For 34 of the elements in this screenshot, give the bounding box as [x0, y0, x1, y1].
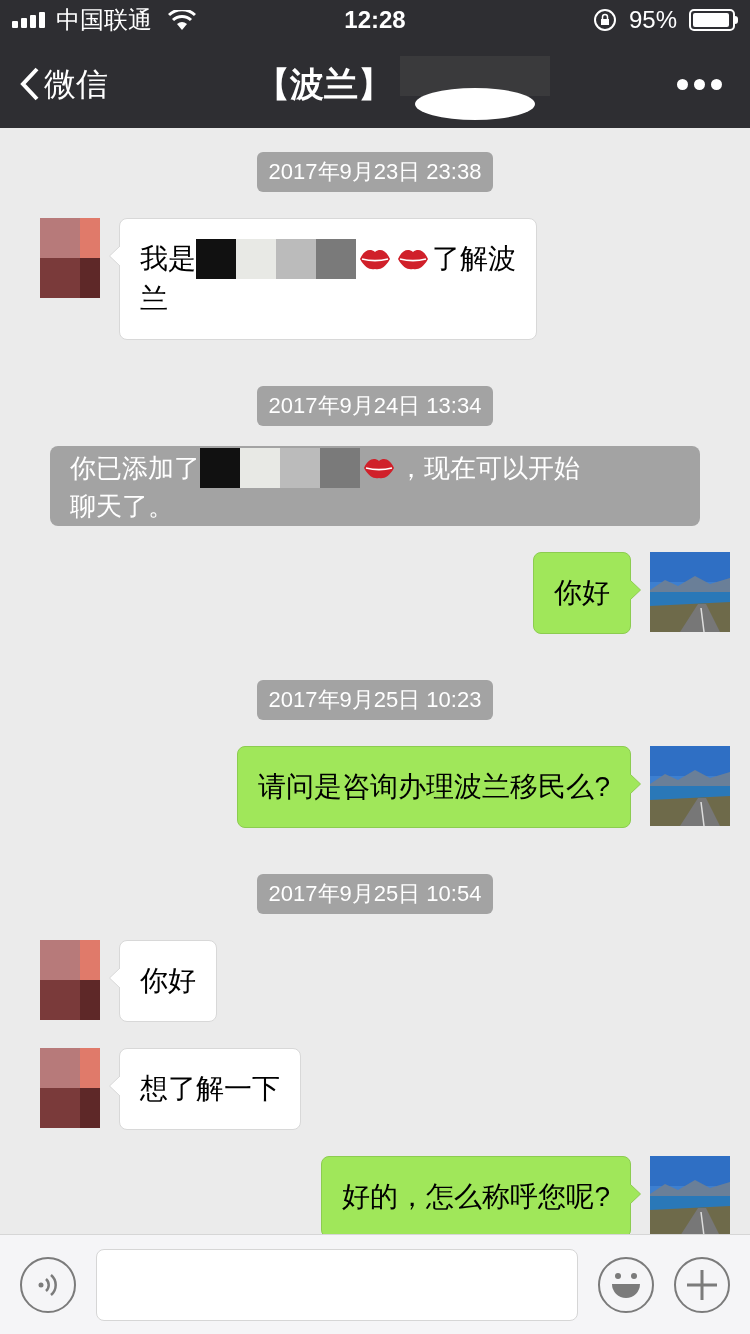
message-text: 你已添加了: [70, 452, 200, 485]
voice-icon: [36, 1272, 60, 1297]
chat-title: 【波兰】: [256, 63, 392, 105]
timestamp: 2017年9月23日 23:38: [256, 152, 494, 192]
voice-button[interactable]: [20, 1256, 76, 1313]
battery-icon: [689, 9, 738, 31]
carrier-name: 中国联通: [56, 5, 152, 35]
emoji-button[interactable]: [598, 1256, 654, 1313]
lips-icon: [358, 247, 392, 271]
add-button[interactable]: [674, 1256, 730, 1313]
message-text: 想了解一下: [140, 1072, 280, 1106]
message-text: 请问是咨询办理波兰移民么?: [258, 770, 610, 804]
message-text: 我是: [140, 242, 196, 276]
timestamp: 2017年9月24日 13:34: [256, 386, 494, 426]
message-text: ，现在可以开始: [398, 452, 580, 485]
back-chevron-icon: [20, 67, 40, 101]
timestamp: 2017年9月25日 10:23: [256, 680, 494, 720]
lips-icon: [362, 456, 396, 480]
message-text: 兰: [140, 282, 168, 316]
message-text: 好的，怎么称呼您呢?: [342, 1180, 610, 1214]
rotation-lock-icon: [592, 8, 617, 32]
plus-icon: [685, 1267, 719, 1302]
signal-icon: [12, 12, 48, 28]
timestamp: 2017年9月25日 10:54: [256, 874, 494, 914]
message-text: 你好: [140, 964, 196, 998]
message-input-field[interactable]: [96, 1248, 578, 1321]
back-button[interactable]: 微信: [20, 60, 108, 108]
clock-time: 12:28: [344, 5, 406, 35]
wifi-icon: [168, 10, 196, 30]
message-text: 聊天了。: [70, 490, 174, 523]
message-text: 你好: [554, 576, 610, 610]
battery-percent: 95%: [628, 5, 677, 35]
lips-icon: [396, 247, 430, 271]
message-text: 了解波: [432, 242, 516, 276]
